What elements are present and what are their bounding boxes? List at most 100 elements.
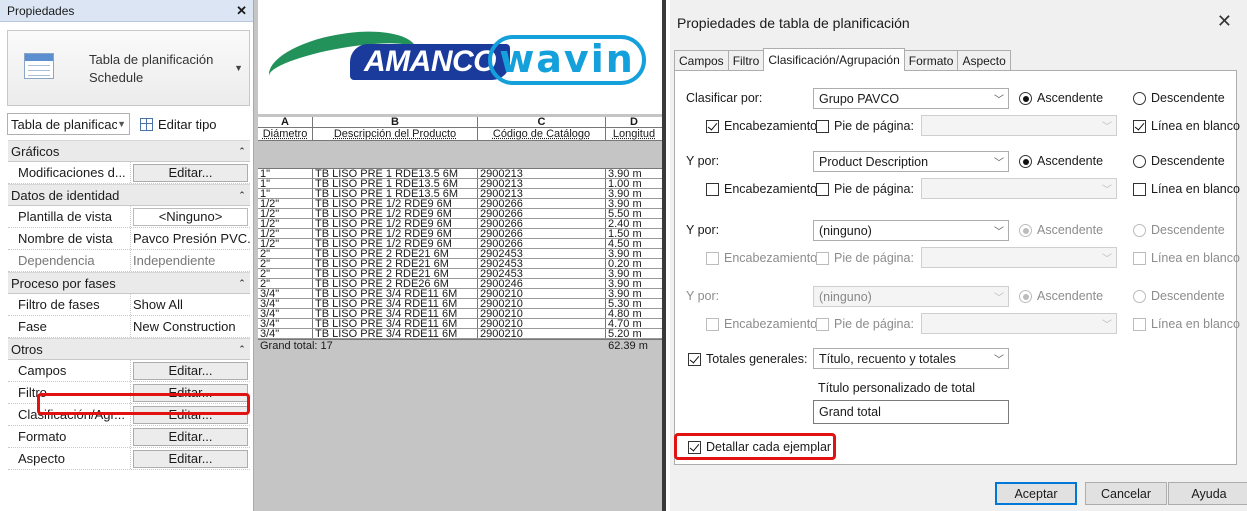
- table-cell[interactable]: 3/4": [258, 289, 313, 298]
- tab-formato[interactable]: Formato: [903, 50, 959, 70]
- table-cell[interactable]: 2900213: [478, 179, 606, 188]
- edit-type-button[interactable]: Editar tipo: [140, 117, 217, 132]
- column-header[interactable]: Descripción del Producto: [313, 128, 478, 140]
- table-cell[interactable]: 0.20 m: [606, 259, 662, 268]
- table-cell[interactable]: 2900210: [478, 309, 606, 318]
- table-cell[interactable]: TB LISO PRE 1 RDE13.5 6M: [313, 189, 478, 198]
- table-cell[interactable]: 3/4": [258, 329, 313, 338]
- table-cell[interactable]: TB LISO PRE 3/4 RDE11 6M: [313, 299, 478, 308]
- grand-totals-select[interactable]: Título, recuento y totales ﹀: [813, 348, 1009, 369]
- tab-campos[interactable]: Campos: [674, 50, 729, 70]
- sort-by-select[interactable]: Product Description ﹀: [813, 151, 1009, 172]
- table-cell[interactable]: 2900266: [478, 209, 606, 218]
- table-row[interactable]: 1/2" TB LISO PRE 1/2 RDE9 6M 2900266 1.50 m: [258, 229, 662, 239]
- table-row[interactable]: 3/4" TB LISO PRE 3/4 RDE11 6M 2900210 5.30 …: [258, 299, 662, 309]
- table-row[interactable]: 2" TB LISO PRE 2 RDE26 6M 2900246 3.90 m: [258, 279, 662, 289]
- table-cell[interactable]: 2900266: [478, 229, 606, 238]
- table-cell[interactable]: TB LISO PRE 1/2 RDE9 6M: [313, 219, 478, 228]
- tab-aspecto[interactable]: Aspecto: [957, 50, 1011, 70]
- table-cell[interactable]: 1/2": [258, 219, 313, 228]
- table-cell[interactable]: 2900213: [478, 189, 606, 198]
- view-template-button[interactable]: <Ninguno>: [133, 207, 248, 226]
- header-checkbox[interactable]: [706, 120, 719, 133]
- header-checkbox[interactable]: [706, 183, 719, 196]
- table-cell[interactable]: 1.00 m: [606, 179, 662, 188]
- column-header[interactable]: Código de Catálogo: [478, 128, 606, 140]
- table-row[interactable]: 3/4" TB LISO PRE 3/4 RDE11 6M 2900210 4.80 …: [258, 309, 662, 319]
- table-cell[interactable]: 3.90 m: [606, 169, 662, 178]
- table-row[interactable]: 3/4" TB LISO PRE 3/4 RDE11 6M 2900210 4.70 …: [258, 319, 662, 329]
- table-cell[interactable]: 1/2": [258, 239, 313, 248]
- table-cell[interactable]: 3.90 m: [606, 269, 662, 278]
- descending-radio[interactable]: [1133, 92, 1146, 105]
- column-letter[interactable]: A: [258, 117, 313, 127]
- table-cell[interactable]: 2900266: [478, 199, 606, 208]
- table-row[interactable]: 1/2" TB LISO PRE 1/2 RDE9 6M 2900266 5.50 m: [258, 209, 662, 219]
- table-cell[interactable]: 3/4": [258, 309, 313, 318]
- cancel-button[interactable]: Cancelar: [1085, 482, 1167, 505]
- table-row[interactable]: 1/2" TB LISO PRE 1/2 RDE9 6M 2900266 4.50 m: [258, 239, 662, 249]
- table-row[interactable]: 3/4" TB LISO PRE 3/4 RDE11 6M 2900210 5.20 …: [258, 329, 662, 339]
- table-cell[interactable]: 1/2": [258, 199, 313, 208]
- table-cell[interactable]: 2900213: [478, 169, 606, 178]
- table-cell[interactable]: 4.80 m: [606, 309, 662, 318]
- collapse-icon[interactable]: ⌃: [234, 185, 250, 205]
- table-cell[interactable]: TB LISO PRE 2 RDE21 6M: [313, 249, 478, 258]
- table-cell[interactable]: 2900210: [478, 299, 606, 308]
- table-cell[interactable]: TB LISO PRE 2 RDE21 6M: [313, 259, 478, 268]
- table-row[interactable]: 1" TB LISO PRE 1 RDE13.5 6M 2900213 1.00 m: [258, 179, 662, 189]
- table-row[interactable]: 1" TB LISO PRE 1 RDE13.5 6M 2900213 3.90 m: [258, 169, 662, 179]
- column-header[interactable]: Longitud: [606, 128, 662, 140]
- sort-by-select[interactable]: (ninguno) ﹀: [813, 220, 1009, 241]
- column-letter[interactable]: D: [606, 117, 662, 127]
- table-cell[interactable]: 3/4": [258, 319, 313, 328]
- collapse-icon[interactable]: ⌃: [234, 273, 250, 293]
- table-row[interactable]: 2" TB LISO PRE 2 RDE21 6M 2902453 3.90 m: [258, 269, 662, 279]
- table-cell[interactable]: TB LISO PRE 1 RDE13.5 6M: [313, 169, 478, 178]
- ascending-radio[interactable]: [1019, 155, 1032, 168]
- table-cell[interactable]: 1.50 m: [606, 229, 662, 238]
- table-cell[interactable]: 3.90 m: [606, 289, 662, 298]
- table-cell[interactable]: 2900266: [478, 219, 606, 228]
- edit-button[interactable]: Editar...: [133, 449, 248, 468]
- table-row[interactable]: 1/2" TB LISO PRE 1/2 RDE9 6M 2900266 3.90 m: [258, 199, 662, 209]
- table-cell[interactable]: 2": [258, 279, 313, 288]
- property-value[interactable]: New Construction: [131, 316, 250, 337]
- table-cell[interactable]: 2900210: [478, 319, 606, 328]
- table-cell[interactable]: 3.90 m: [606, 199, 662, 208]
- table-cell[interactable]: 4.50 m: [606, 239, 662, 248]
- table-cell[interactable]: 4.70 m: [606, 319, 662, 328]
- collapse-icon[interactable]: ⌃: [234, 339, 250, 359]
- footer-checkbox[interactable]: [816, 120, 829, 133]
- close-icon[interactable]: ✕: [236, 3, 247, 19]
- column-letter[interactable]: B: [313, 117, 478, 127]
- table-cell[interactable]: 2": [258, 269, 313, 278]
- column-letter[interactable]: C: [478, 117, 606, 127]
- help-button[interactable]: Ayuda: [1168, 482, 1247, 505]
- collapse-icon[interactable]: ⌃: [234, 141, 250, 161]
- property-group[interactable]: Otros ⌃: [8, 338, 250, 360]
- table-row[interactable]: 2" TB LISO PRE 2 RDE21 6M 2902453 3.90 m: [258, 249, 662, 259]
- table-cell[interactable]: 2.40 m: [606, 219, 662, 228]
- tab-clasificaci-n-agrupaci-n[interactable]: Clasificación/Agrupación: [763, 48, 905, 71]
- table-cell[interactable]: 2": [258, 259, 313, 268]
- table-cell[interactable]: TB LISO PRE 3/4 RDE11 6M: [313, 319, 478, 328]
- table-cell[interactable]: 3.90 m: [606, 249, 662, 258]
- edit-button[interactable]: Editar...: [133, 361, 248, 380]
- chevron-down-icon[interactable]: ▼: [234, 63, 243, 73]
- table-row[interactable]: 3/4" TB LISO PRE 3/4 RDE11 6M 2900210 3.90 …: [258, 289, 662, 299]
- table-cell[interactable]: 2902453: [478, 259, 606, 268]
- blank-line-checkbox[interactable]: [1133, 183, 1146, 196]
- column-header[interactable]: Diámetro: [258, 128, 313, 140]
- property-value[interactable]: Pavco Presión PVC...: [131, 228, 250, 249]
- close-icon[interactable]: ✕: [1217, 11, 1232, 32]
- table-cell[interactable]: 3.90 m: [606, 189, 662, 198]
- table-cell[interactable]: TB LISO PRE 3/4 RDE11 6M: [313, 289, 478, 298]
- custom-total-title-input[interactable]: Grand total: [813, 400, 1009, 424]
- ok-button[interactable]: Aceptar: [995, 482, 1077, 505]
- property-group[interactable]: Gráficos ⌃: [8, 140, 250, 162]
- edit-button[interactable]: Editar...: [133, 427, 248, 446]
- table-cell[interactable]: 1": [258, 179, 313, 188]
- table-cell[interactable]: 5.30 m: [606, 299, 662, 308]
- table-cell[interactable]: 2902453: [478, 269, 606, 278]
